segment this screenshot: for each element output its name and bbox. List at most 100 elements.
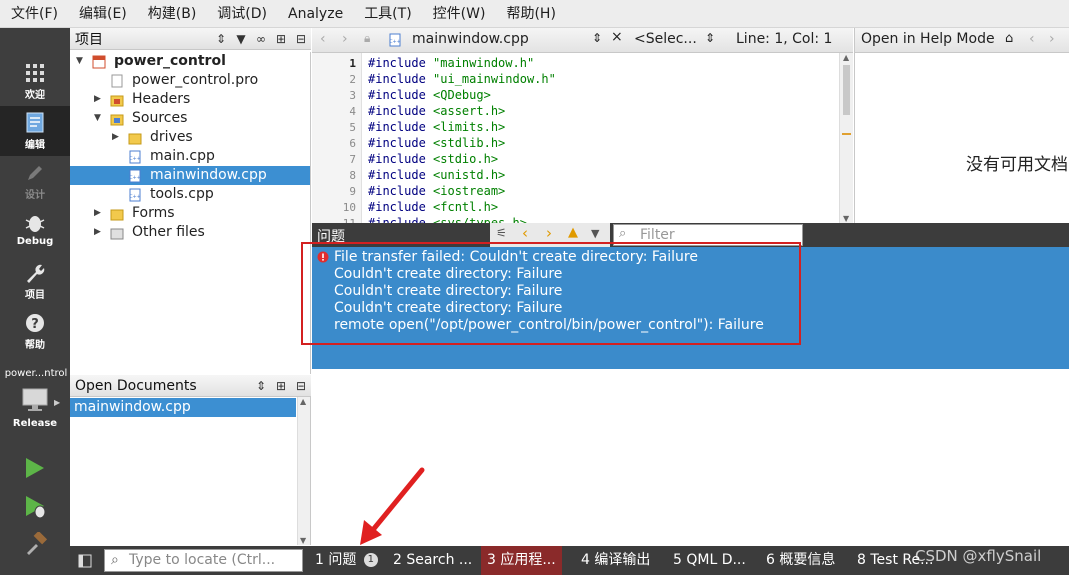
link-icon[interactable]: ∞ — [251, 32, 271, 46]
scrollbar[interactable]: ▲ ▼ — [297, 397, 310, 545]
forward-icon[interactable]: › — [342, 31, 348, 47]
menu-help[interactable]: 帮助(H) — [495, 0, 565, 28]
filter-icon[interactable]: ▼ — [591, 227, 599, 240]
tree-item-mainwindow-cpp[interactable]: C++ mainwindow.cpp — [70, 166, 310, 185]
updown-icon[interactable]: ⇕ — [211, 32, 231, 46]
tree-item-forms[interactable]: ▶ Forms — [70, 204, 310, 223]
locator-input[interactable]: ⌕ Type to locate (Ctrl... — [104, 549, 303, 572]
close-pane-icon[interactable]: ⊟ — [291, 32, 311, 46]
output-tab-application[interactable]: 3 应用程... — [481, 546, 562, 575]
menu-build[interactable]: 构建(B) — [137, 0, 207, 28]
sidebar-toggle-icon[interactable] — [78, 554, 92, 568]
broom-icon[interactable]: ⚟ — [496, 226, 507, 240]
mode-design[interactable]: 设计 — [0, 156, 70, 206]
mode-label: 项目 — [25, 290, 45, 301]
output-tab-qml-debugger[interactable]: 5 QML D... — [673, 546, 746, 575]
include-path: <assert.h> — [433, 104, 506, 118]
tree-item-main-cpp[interactable]: C++ main.cpp — [70, 147, 310, 166]
menu-file[interactable]: 文件(F) — [0, 0, 68, 28]
forward-icon[interactable]: › — [1049, 31, 1055, 47]
scroll-up-icon[interactable]: ▲ — [300, 397, 306, 406]
split-icon[interactable]: ⊞ — [271, 32, 291, 46]
open-document-item[interactable]: mainwindow.cpp — [70, 398, 296, 417]
target-selector[interactable]: ▶ Release — [0, 384, 70, 434]
split-icon[interactable]: ⊞ — [271, 379, 291, 393]
tree-item-pro-file[interactable]: power_control.pro — [70, 71, 310, 90]
tree-item-project[interactable]: ▼ power_control — [70, 52, 310, 71]
tree-item-headers[interactable]: ▶ Headers — [70, 90, 310, 109]
next-icon[interactable]: › — [546, 224, 552, 242]
output-tab-issues[interactable]: 1 问题 1 — [315, 546, 378, 575]
tree-item-drives[interactable]: ▶ drives — [70, 128, 310, 147]
warning-icon[interactable]: ▲ — [568, 225, 578, 240]
editor-file-name[interactable]: mainwindow.cpp — [412, 31, 529, 47]
output-tab-compile[interactable]: 4 编译输出 — [581, 546, 650, 575]
updown-icon[interactable]: ⇕ — [592, 31, 602, 45]
editor-scrollbar[interactable]: ▲ ▼ — [839, 53, 853, 223]
tree-item-label: main.cpp — [150, 148, 215, 164]
updown-icon[interactable]: ⇕ — [705, 31, 715, 45]
search-icon: ⌕ — [111, 552, 119, 568]
help-pane: 没有可用文档 — [854, 53, 1069, 223]
include-directive: #include — [368, 216, 426, 223]
close-file-icon[interactable]: × — [611, 29, 623, 45]
open-documents-header: Open Documents ⇕ ⊞ ⊟ — [70, 375, 311, 397]
code-line: #include "ui_mainwindow.h" — [368, 72, 556, 86]
help-mode-label[interactable]: Open in Help Mode — [861, 31, 995, 47]
mode-help[interactable]: ? 帮助 — [0, 306, 70, 356]
menu-edit[interactable]: 编辑(E) — [68, 0, 137, 28]
svg-text:C++: C++ — [389, 39, 401, 45]
filter-icon[interactable]: ▼ — [231, 32, 251, 46]
include-path: <QDebug> — [433, 88, 491, 102]
back-icon[interactable]: ‹ — [320, 31, 326, 47]
tree-item-other-files[interactable]: ▶ Other files — [70, 223, 310, 242]
symbol-selector[interactable]: <Selec... — [634, 31, 697, 47]
cursor-position[interactable]: Line: 1, Col: 1 — [736, 31, 832, 47]
menu-analyze[interactable]: Analyze — [277, 0, 353, 28]
scroll-marker — [842, 133, 851, 135]
tree-item-label: tools.cpp — [150, 186, 214, 202]
svg-text:?: ? — [31, 317, 39, 332]
back-icon[interactable]: ‹ — [1029, 31, 1035, 47]
issues-count-badge: 1 — [363, 553, 378, 567]
include-directive: #include — [368, 152, 426, 166]
include-directive: #include — [368, 136, 426, 150]
mode-debug[interactable]: Debug — [0, 206, 70, 256]
code-line: #include <assert.h> — [368, 104, 505, 118]
menu-debug[interactable]: 调试(D) — [206, 0, 277, 28]
run-icon[interactable] — [24, 456, 46, 480]
scroll-up-icon[interactable]: ▲ — [843, 53, 849, 62]
hammer-icon[interactable] — [24, 532, 48, 556]
collapsed-arrow-icon: ▶ — [94, 94, 101, 104]
prev-icon[interactable]: ‹ — [522, 224, 528, 242]
scroll-down-icon[interactable]: ▼ — [300, 536, 306, 545]
scroll-down-icon[interactable]: ▼ — [843, 214, 849, 223]
tree-item-label: Sources — [132, 110, 188, 126]
code-line: #include <fcntl.h> — [368, 200, 498, 214]
output-tab-general[interactable]: 6 概要信息 — [766, 546, 835, 575]
close-pane-icon[interactable]: ⊟ — [291, 379, 311, 393]
mode-projects[interactable]: 项目 — [0, 256, 70, 306]
code-line: #include "mainwindow.h" — [368, 56, 534, 70]
line-number: 4 — [349, 105, 356, 118]
menu-widgets[interactable]: 控件(W) — [422, 0, 496, 28]
lock-icon: 🔒︎ — [364, 31, 371, 45]
mode-welcome[interactable]: 欢迎 — [0, 56, 70, 106]
line-number-gutter: 1234567891011 — [312, 53, 362, 223]
menu-tools[interactable]: 工具(T) — [353, 0, 421, 28]
scroll-thumb[interactable] — [843, 65, 850, 115]
debug-run-icon[interactable] — [24, 494, 48, 520]
mode-edit[interactable]: 编辑 — [0, 106, 70, 156]
updown-icon[interactable]: ⇕ — [251, 379, 271, 393]
code-editor[interactable]: #include "mainwindow.h" #include "ui_main… — [363, 53, 839, 223]
include-directive: #include — [368, 88, 426, 102]
home-icon[interactable]: ⌂ — [1005, 31, 1013, 46]
help-icon: ? — [26, 314, 44, 332]
tree-item-label: drives — [150, 129, 193, 145]
output-tab-search[interactable]: 2 Search ... — [393, 546, 472, 575]
include-path: <limits.h> — [433, 120, 506, 134]
tree-item-sources[interactable]: ▼ Sources — [70, 109, 310, 128]
expanded-arrow-icon: ▼ — [76, 56, 83, 66]
tree-item-label: Other files — [132, 224, 205, 240]
tree-item-tools-cpp[interactable]: C++ tools.cpp — [70, 185, 310, 204]
